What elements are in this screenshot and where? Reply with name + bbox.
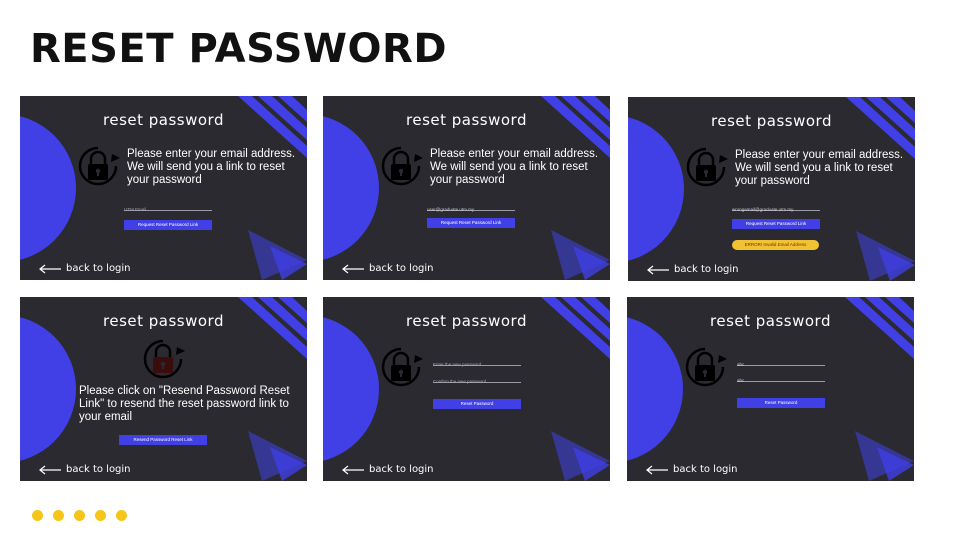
lock-refresh-icon (379, 144, 423, 188)
lock-refresh-icon (684, 145, 728, 189)
back-to-login-label: back to login (673, 464, 738, 475)
arrow-left-icon (39, 264, 61, 273)
back-to-login-label: back to login (369, 263, 434, 274)
pagination-dot (95, 510, 106, 521)
resend-instruction-text: Please click on "Resend Password Reset L… (79, 385, 290, 423)
lock-refresh-icon (141, 337, 185, 381)
error-message-badge: ERROR! Invalid Email Address (732, 240, 819, 250)
new-password-input[interactable] (433, 358, 521, 371)
arrow-left-icon (39, 465, 61, 474)
email-input[interactable] (427, 203, 515, 216)
new-password-field[interactable] (737, 353, 825, 371)
back-to-login-link[interactable]: back to login (38, 263, 131, 274)
confirm-password-input[interactable] (737, 374, 825, 387)
instruction-text: Please enter your email address. We will… (430, 148, 599, 186)
back-to-login-label: back to login (66, 464, 131, 475)
lock-refresh-icon (76, 144, 120, 188)
panel-reset-email-error: reset password Please enter your email a… (628, 97, 915, 281)
back-to-login-link[interactable]: back to login (341, 263, 434, 274)
brand-logo-text: reset password (406, 111, 527, 129)
email-field[interactable] (427, 198, 515, 216)
brand-logo-text: reset password (103, 312, 224, 330)
request-reset-link-button[interactable]: Request Reset Password Link (427, 218, 515, 228)
pagination-dot (32, 510, 43, 521)
slide-title: RESET PASSWORD (30, 26, 448, 72)
email-input[interactable] (732, 203, 820, 216)
back-to-login-link[interactable]: back to login (341, 464, 434, 475)
panel-new-password-empty: reset password Reset Password back to lo… (323, 297, 610, 481)
arrow-left-icon (646, 465, 668, 474)
pagination-dot (116, 510, 127, 521)
panel-new-password-filled: reset password Reset Password back to lo… (627, 297, 914, 481)
confirm-password-field[interactable] (737, 369, 825, 387)
request-reset-link-button[interactable]: Request Reset Password Link (124, 220, 212, 230)
panel-reset-email-empty: reset password Please enter your email a… (20, 96, 307, 280)
lock-refresh-icon (683, 345, 727, 389)
email-input[interactable] (124, 203, 212, 216)
lock-refresh-icon (379, 345, 423, 389)
arrow-left-icon (342, 465, 364, 474)
pagination-dot (74, 510, 85, 521)
arrow-left-icon (647, 265, 669, 274)
confirm-password-input[interactable] (433, 375, 521, 388)
brand-logo-text: reset password (406, 312, 527, 330)
brand-logo-text: reset password (711, 112, 832, 130)
arrow-left-icon (342, 264, 364, 273)
back-to-login-label: back to login (674, 264, 739, 275)
back-to-login-label: back to login (66, 263, 131, 274)
brand-logo-text: reset password (103, 111, 224, 129)
back-to-login-link[interactable]: back to login (645, 464, 738, 475)
back-to-login-link[interactable]: back to login (646, 264, 739, 275)
brand-logo-text: reset password (710, 312, 831, 330)
reset-password-button[interactable]: Reset Password (433, 399, 521, 409)
instruction-text: Please enter your email address. We will… (127, 148, 296, 186)
back-to-login-label: back to login (369, 464, 434, 475)
confirm-password-field[interactable] (433, 370, 521, 388)
resend-reset-link-button[interactable]: Resend Password Reset Link (119, 435, 207, 445)
email-field[interactable] (124, 198, 212, 216)
back-to-login-link[interactable]: back to login (38, 464, 131, 475)
panel-reset-email-filled: reset password Please enter your email a… (323, 96, 610, 280)
pagination-dot (53, 510, 64, 521)
pagination-dots (32, 510, 127, 521)
instruction-text: Please enter your email address. We will… (735, 149, 904, 187)
panel-resend-link: reset password Please click on "Resend P… (20, 297, 307, 481)
email-field[interactable] (732, 198, 820, 216)
request-reset-link-button[interactable]: Request Reset Password Link (732, 219, 820, 229)
reset-password-button[interactable]: Reset Password (737, 398, 825, 408)
new-password-field[interactable] (433, 353, 521, 371)
